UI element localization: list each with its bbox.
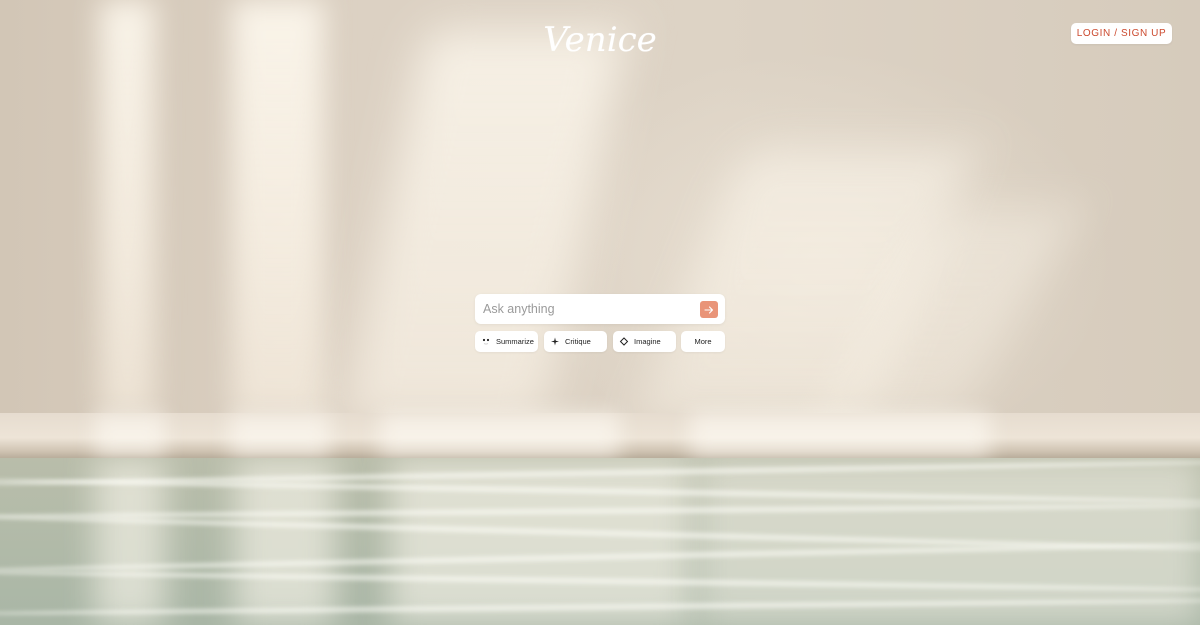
background-scene: Venice LOGIN / SIGN UP Summarize Critiqu…: [0, 0, 1200, 625]
ledge-highlight: [380, 413, 620, 458]
critique-label: Critique: [565, 337, 591, 346]
light-shaft: [100, 0, 155, 415]
search-box: [475, 294, 725, 324]
summarize-chip[interactable]: Summarize: [475, 331, 538, 352]
pool-water: [0, 458, 1200, 625]
venice-logo[interactable]: Venice: [540, 16, 660, 64]
login-signup-button[interactable]: LOGIN / SIGN UP: [1071, 23, 1172, 44]
send-button[interactable]: [700, 301, 718, 318]
ledge-highlight: [230, 413, 330, 458]
light-shaft: [232, 0, 324, 415]
imagine-label: Imagine: [634, 337, 661, 346]
sparkle-icon: [550, 331, 560, 352]
critique-chip[interactable]: Critique: [544, 331, 607, 352]
more-chip[interactable]: More: [681, 331, 725, 352]
ledge-highlight: [95, 413, 165, 458]
diamond-icon: [619, 331, 629, 352]
imagine-chip[interactable]: Imagine: [613, 331, 676, 352]
ledge-highlight: [690, 413, 990, 458]
more-label: More: [694, 337, 712, 346]
arrow-right-icon: [704, 305, 714, 314]
face-icon: [481, 331, 491, 352]
search-input[interactable]: [483, 299, 688, 319]
summarize-label: Summarize: [496, 337, 534, 346]
light-shaft: [343, 30, 627, 420]
